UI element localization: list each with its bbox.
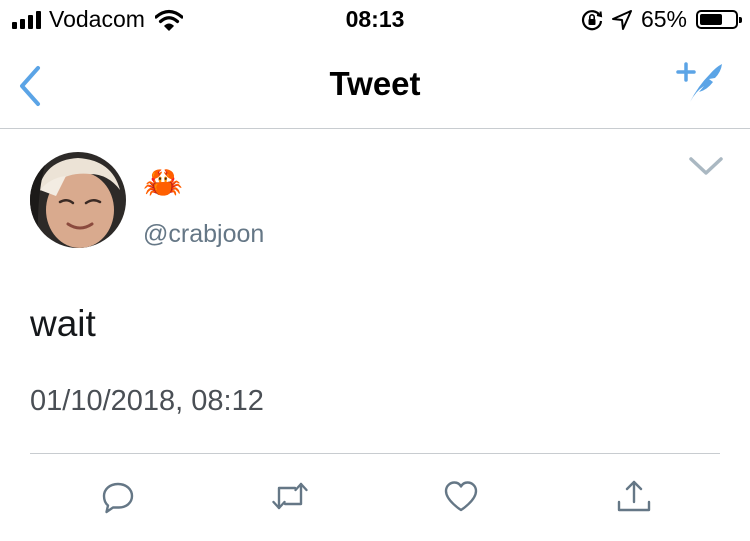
compose-button[interactable] <box>676 58 726 108</box>
battery-icon <box>696 10 742 29</box>
status-right: 65% <box>581 6 742 33</box>
share-button[interactable] <box>614 476 654 516</box>
display-name[interactable]: 🦀 <box>143 162 183 202</box>
reply-button[interactable] <box>98 476 138 516</box>
retweet-icon <box>272 482 308 510</box>
retweet-button[interactable] <box>270 476 310 516</box>
battery-percentage: 65% <box>640 6 687 32</box>
tweet-text: wait <box>30 303 96 344</box>
reply-icon <box>102 482 134 514</box>
user-handle[interactable]: @crabjoon <box>143 220 264 249</box>
avatar-photo <box>30 152 126 248</box>
like-icon <box>444 481 478 512</box>
like-button[interactable] <box>441 476 481 516</box>
divider <box>30 453 720 454</box>
nav-bar: Tweet <box>0 40 750 129</box>
tweet-timestamp: 01/10/2018, 08:12 <box>30 385 264 417</box>
avatar[interactable] <box>30 152 126 248</box>
page-title: Tweet <box>329 65 421 102</box>
compose-tweet-icon <box>676 62 722 102</box>
more-options-button[interactable] <box>688 154 724 180</box>
orientation-lock-icon <box>581 9 603 30</box>
status-bar: Vodacom 08:13 65% <box>0 0 750 40</box>
share-icon <box>617 480 651 512</box>
chevron-down-icon <box>689 157 723 175</box>
location-icon <box>611 9 632 30</box>
